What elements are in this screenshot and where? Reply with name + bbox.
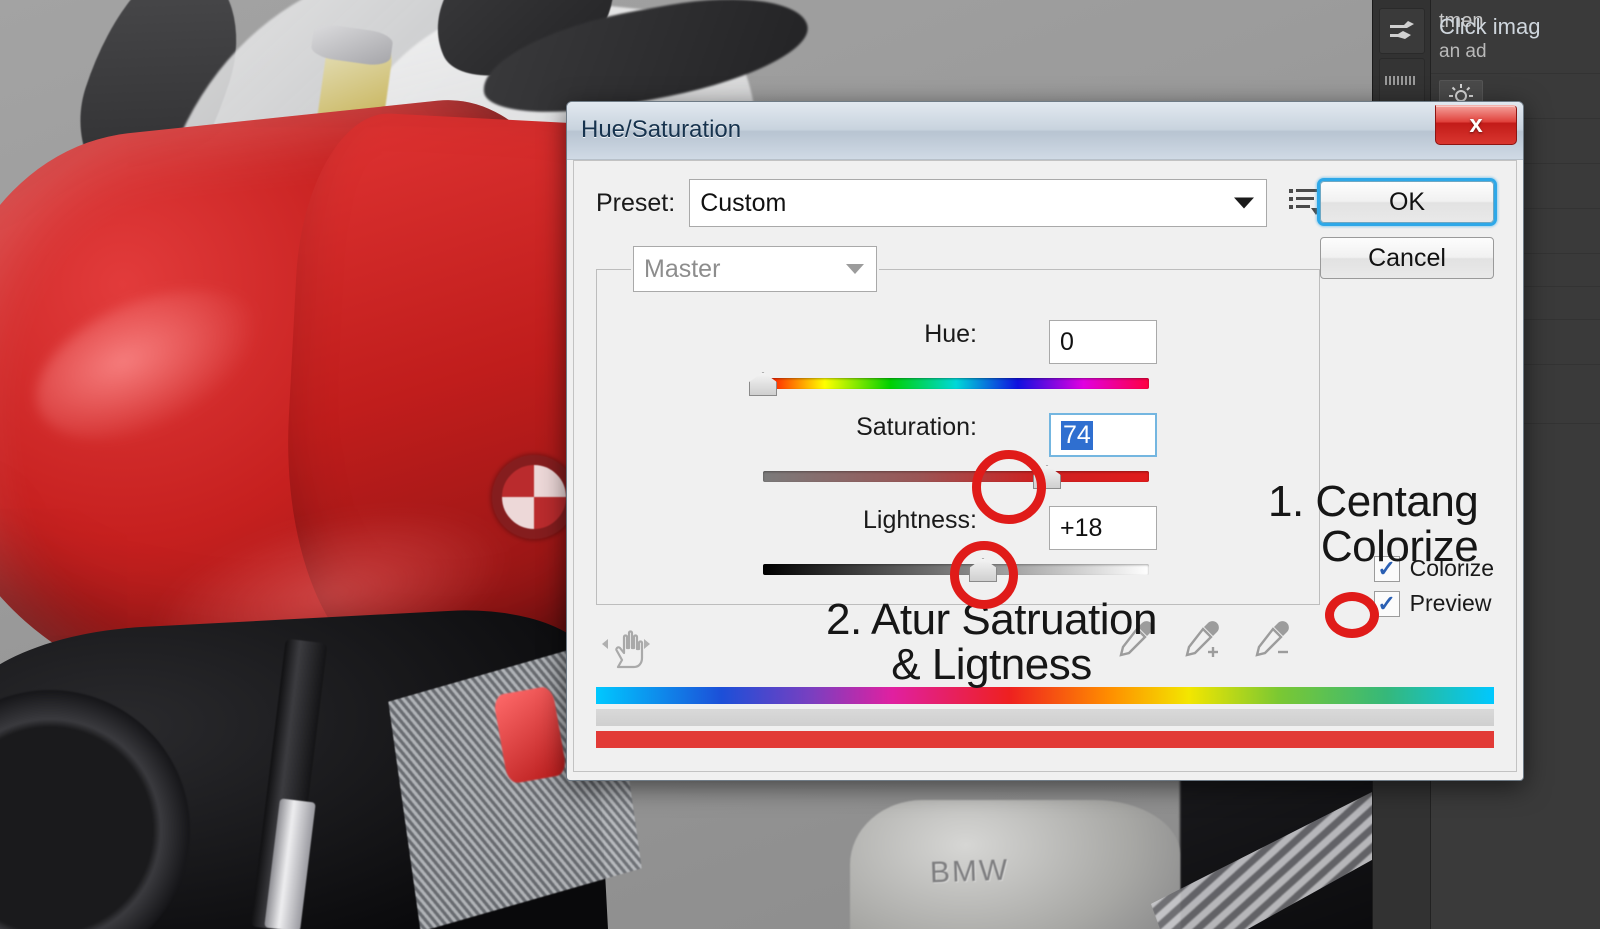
annotation-circle-saturation xyxy=(972,450,1046,524)
chevron-down-icon xyxy=(846,264,864,274)
preset-label: Preset: xyxy=(596,188,676,217)
eyedropper-minus-glyph xyxy=(1255,621,1289,657)
saturation-label: Saturation: xyxy=(856,413,977,441)
close-icon[interactable]: x xyxy=(1435,105,1517,145)
annotation-circle-lightness xyxy=(950,541,1018,609)
lightness-value: +18 xyxy=(1060,513,1103,542)
canvas-hint-text: Click imag xyxy=(1439,14,1541,39)
saturation-track[interactable] xyxy=(763,465,1149,489)
hue-spectrum-bar[interactable] xyxy=(596,687,1494,704)
grip-dots-icon[interactable] xyxy=(1379,58,1425,104)
preset-menu-icon[interactable] xyxy=(1289,186,1323,221)
hue-label: Hue: xyxy=(924,320,977,348)
on-image-adjust-hand-icon[interactable] xyxy=(600,619,652,674)
ok-button[interactable]: OK xyxy=(1320,181,1494,223)
eyedropper-plus-glyph xyxy=(1185,621,1219,657)
chevron-down-icon xyxy=(1234,197,1255,209)
hue-thumb[interactable] xyxy=(749,372,777,396)
grey-result-bar xyxy=(596,709,1494,726)
engine-case xyxy=(850,800,1180,929)
annotation-circle-colorize xyxy=(1325,592,1379,638)
preview-row[interactable]: ✓ Preview xyxy=(1373,590,1494,617)
dialog-titlebar[interactable]: Hue/Saturation x xyxy=(567,102,1523,160)
saturation-input[interactable]: 74 xyxy=(1049,413,1157,457)
preset-menu-glyph xyxy=(1289,188,1322,215)
hand-glyph xyxy=(602,630,650,669)
bmw-roundel-logo xyxy=(492,455,576,539)
color-bars xyxy=(596,687,1494,753)
annotation-2-text: 2. Atur Satruation & Ligtness xyxy=(826,595,1158,689)
adjustments-brush-glyph xyxy=(1390,21,1414,39)
lightness-label: Lightness: xyxy=(863,506,977,534)
saturation-value: 74 xyxy=(1061,420,1093,450)
engine-badge-text: BMW xyxy=(929,853,1010,890)
adjustments-brush-icon[interactable] xyxy=(1379,8,1425,54)
annotation-1-text: 1. Centang Colorize xyxy=(1268,477,1479,571)
channel-select[interactable]: Master xyxy=(633,246,877,292)
dialog-title: Hue/Saturation xyxy=(581,116,742,143)
preview-label: Preview xyxy=(1409,590,1492,616)
grip-dots-glyph xyxy=(1385,76,1415,85)
eyedropper-minus-icon[interactable] xyxy=(1252,619,1296,666)
colorized-result-bar xyxy=(596,731,1494,748)
hue-track[interactable] xyxy=(749,372,1149,396)
hue-value: 0 xyxy=(1060,327,1074,356)
screen: BMW tmen an ad Click imag Hue/Saturation… xyxy=(0,0,1600,929)
lightness-input[interactable]: +18 xyxy=(1049,506,1157,550)
cancel-button[interactable]: Cancel xyxy=(1320,237,1494,279)
check-icon: ✓ xyxy=(1377,590,1396,616)
adjustments-panel-subtitle: an ad xyxy=(1439,41,1487,62)
preset-value: Custom xyxy=(700,188,787,217)
channel-value: Master xyxy=(644,254,721,283)
preset-select[interactable]: Custom xyxy=(689,179,1268,227)
preset-row: Preset: Custom xyxy=(596,179,1323,227)
channel-select-wrap: Master xyxy=(631,246,879,292)
eyedropper-plus-icon[interactable] xyxy=(1182,619,1226,666)
hue-input[interactable]: 0 xyxy=(1049,320,1157,364)
